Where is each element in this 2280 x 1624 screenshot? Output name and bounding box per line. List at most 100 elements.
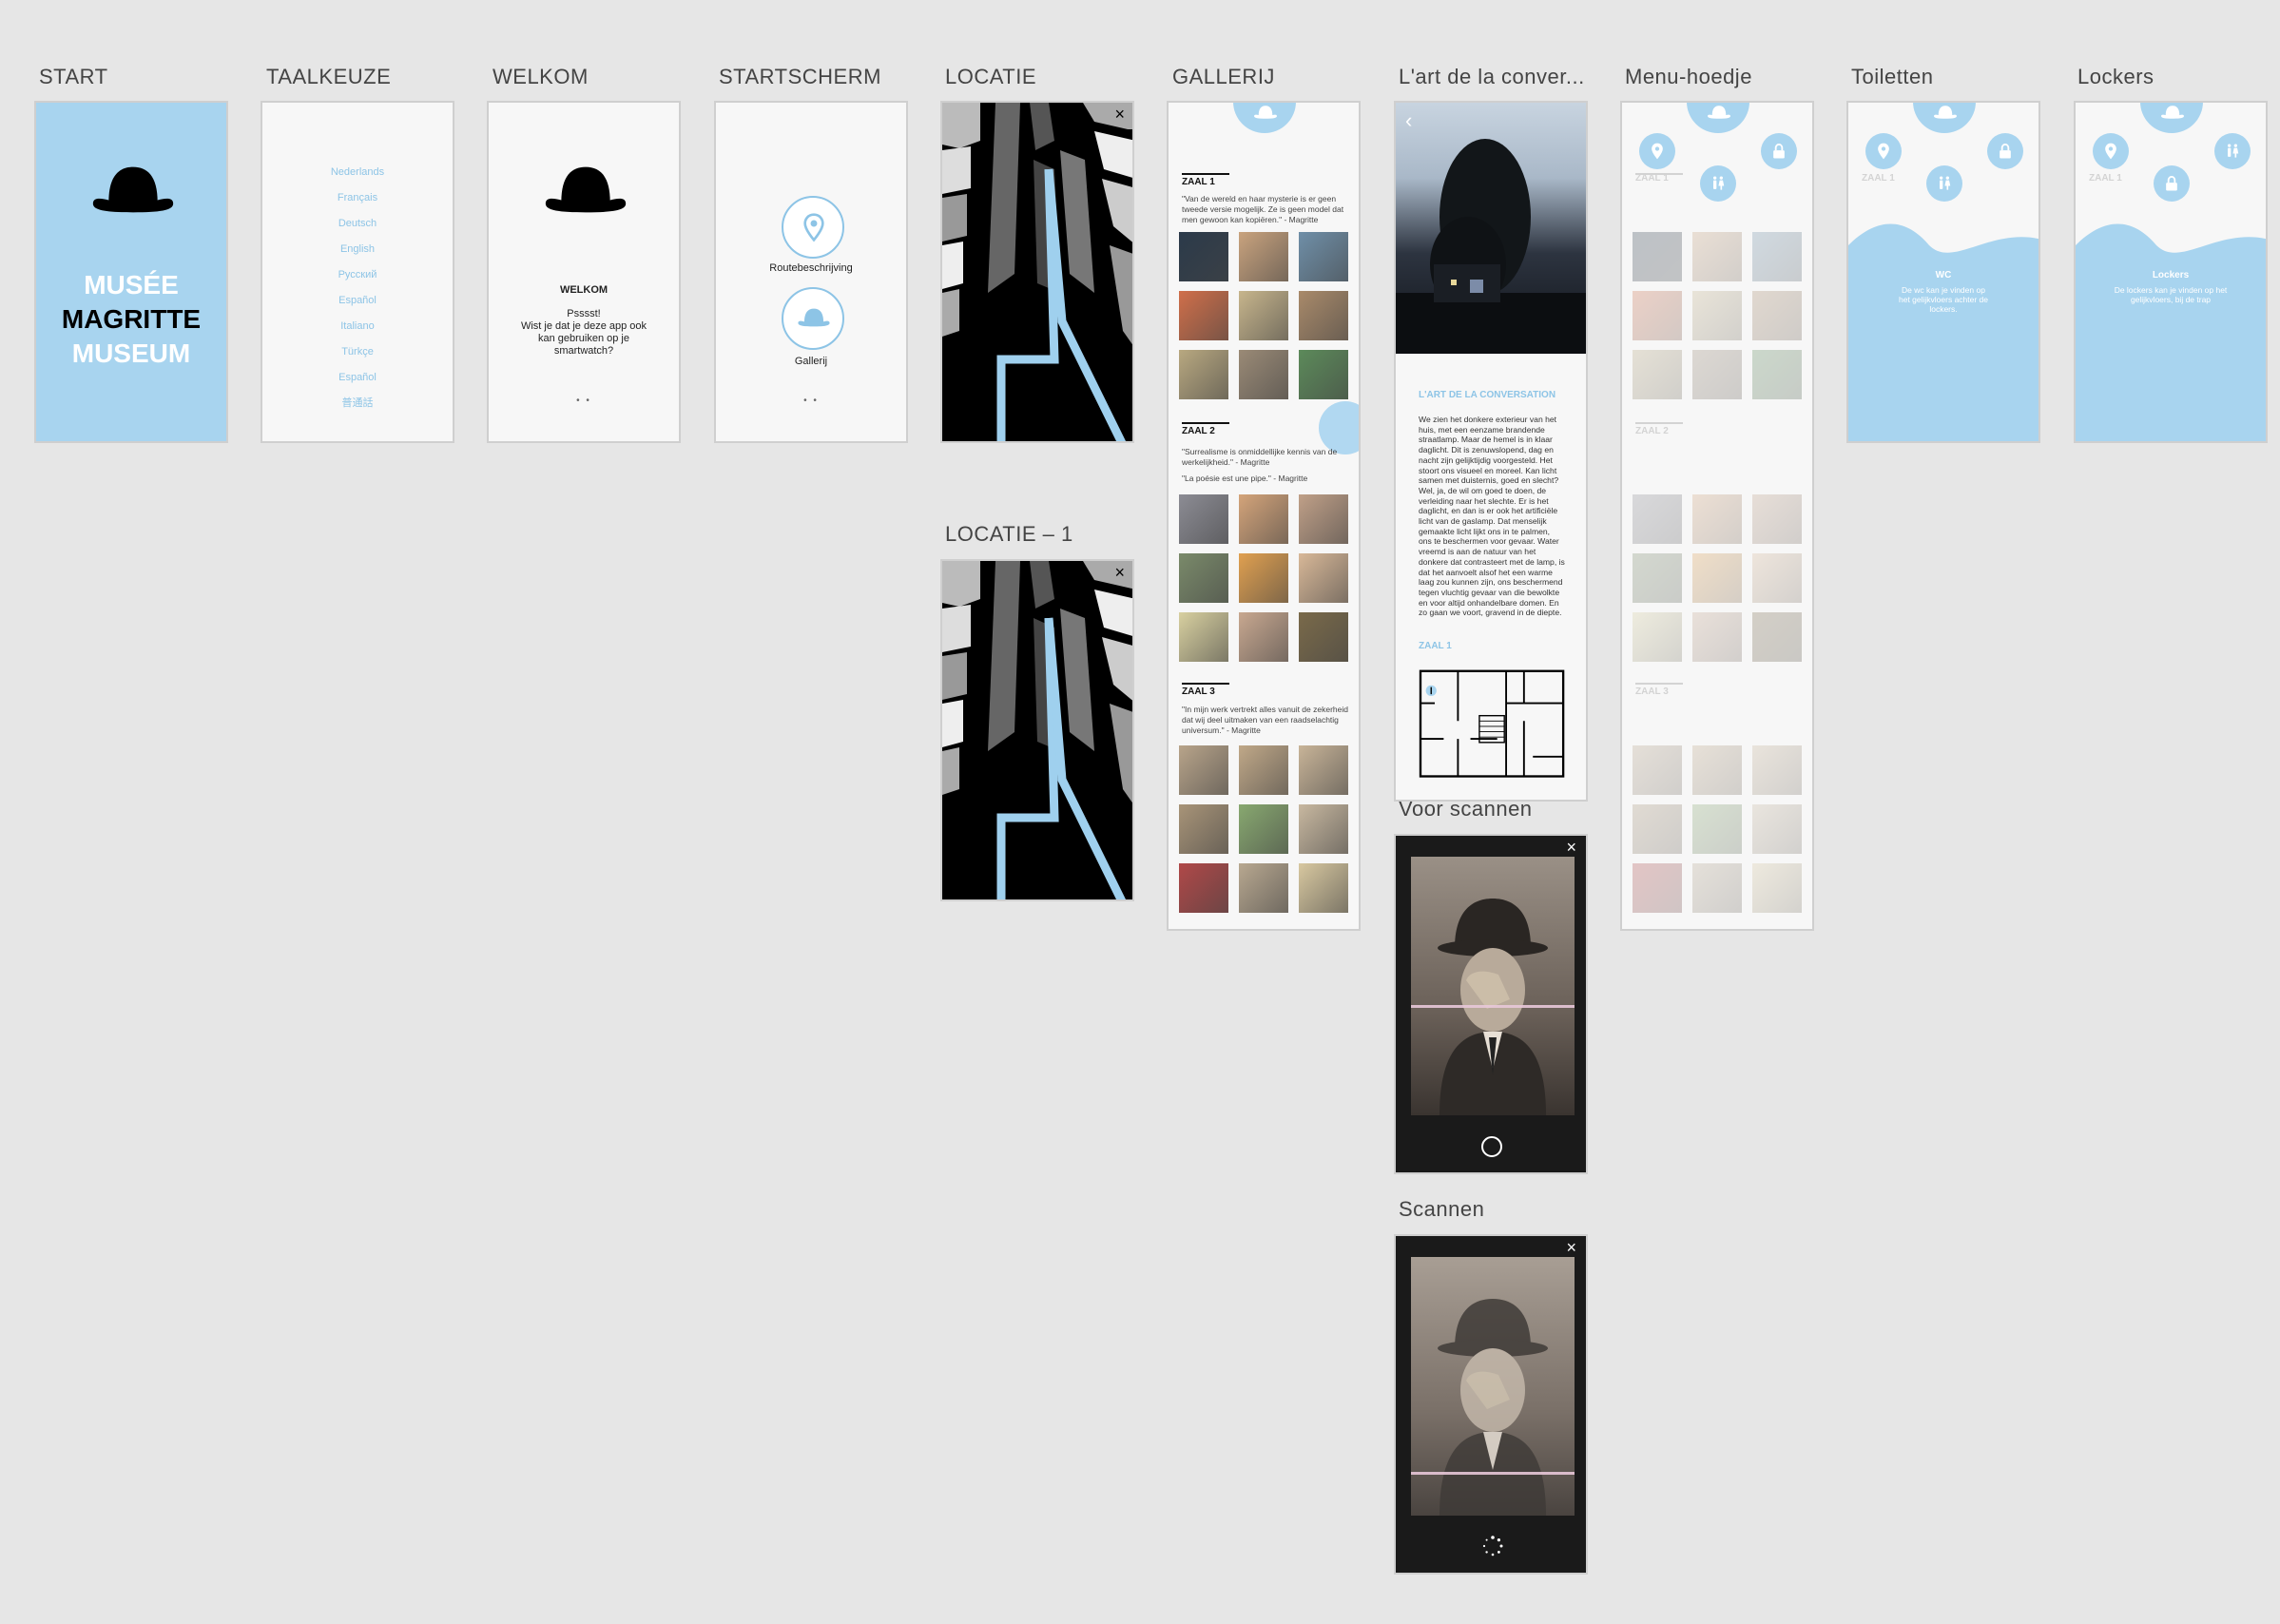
artwork-thumbnail[interactable] xyxy=(1299,350,1348,399)
artwork-thumbnail[interactable] xyxy=(1179,804,1228,854)
language-option[interactable]: Deutsch xyxy=(262,211,453,237)
artwork-thumbnail[interactable] xyxy=(1179,291,1228,340)
artwork-thumbnail[interactable] xyxy=(1633,553,1682,603)
artwork-thumbnail[interactable] xyxy=(1633,804,1682,854)
language-option[interactable]: Русский xyxy=(262,262,453,288)
artwork-thumbnail[interactable] xyxy=(1299,745,1348,795)
artwork-thumbnail[interactable] xyxy=(1239,350,1288,399)
location-pin-icon xyxy=(799,211,829,243)
artwork-thumbnail[interactable] xyxy=(1692,350,1742,399)
artwork-thumbnail[interactable] xyxy=(1692,745,1742,795)
artwork-thumbnail[interactable] xyxy=(1633,863,1682,913)
artwork-thumbnail[interactable] xyxy=(1692,612,1742,662)
artboard-label-locatie1: LOCATIE – 1 xyxy=(945,522,1073,546)
artwork-thumbnail[interactable] xyxy=(1752,612,1802,662)
artwork-thumbnail[interactable] xyxy=(1692,863,1742,913)
artwork-thumbnail[interactable] xyxy=(1179,494,1228,544)
language-option[interactable]: English xyxy=(262,237,453,262)
artwork-thumbnail[interactable] xyxy=(1299,612,1348,662)
language-option[interactable]: Español xyxy=(262,288,453,314)
language-option[interactable]: Italiano xyxy=(262,314,453,339)
location-button[interactable] xyxy=(1639,133,1675,169)
artboard-toiletten: ZAAL 1 WC De wc kan je vinden op het gel… xyxy=(1846,101,2040,443)
artwork-thumbnail[interactable] xyxy=(1179,612,1228,662)
menu-hat-button[interactable] xyxy=(1233,103,1296,133)
room-heading: ZAAL 1 xyxy=(1635,173,1669,184)
artwork-thumbnail[interactable] xyxy=(1239,553,1288,603)
artwork-thumbnail[interactable] xyxy=(1633,745,1682,795)
artwork-thumbnail[interactable] xyxy=(1692,553,1742,603)
artwork-thumbnail[interactable] xyxy=(1239,863,1288,913)
artwork-thumbnail[interactable] xyxy=(1179,745,1228,795)
close-icon[interactable]: × xyxy=(1114,105,1125,125)
artwork-thumbnail[interactable] xyxy=(1239,494,1288,544)
close-icon[interactable]: × xyxy=(1566,1238,1576,1258)
back-chevron-icon[interactable]: ‹ xyxy=(1405,108,1412,133)
artwork-thumbnail[interactable] xyxy=(1752,350,1802,399)
info-wave-panel xyxy=(1848,223,2038,441)
room-quote: "La poésie est une pipe." - Magritte xyxy=(1182,474,1308,483)
artwork-thumbnail[interactable] xyxy=(1752,745,1802,795)
shutter-icon[interactable] xyxy=(1481,1136,1502,1157)
artwork-thumbnail[interactable] xyxy=(1239,804,1288,854)
close-icon[interactable]: × xyxy=(1114,563,1125,583)
toilet-button[interactable] xyxy=(1926,165,1962,202)
artwork-thumbnail[interactable] xyxy=(1179,553,1228,603)
artwork-thumbnail[interactable] xyxy=(1692,804,1742,854)
artboard-label-toiletten: Toiletten xyxy=(1851,65,1934,88)
language-option[interactable]: Español xyxy=(262,365,453,391)
toilet-button[interactable] xyxy=(1700,165,1736,202)
language-option[interactable]: Türkçe xyxy=(262,339,453,365)
artwork-thumbnail[interactable] xyxy=(1633,350,1682,399)
locker-button[interactable] xyxy=(2154,165,2190,202)
scan-line xyxy=(1411,1472,1575,1475)
artwork-thumbnail[interactable] xyxy=(1239,232,1288,281)
artwork-thumbnail[interactable] xyxy=(1752,863,1802,913)
artwork-thumbnail[interactable] xyxy=(1299,291,1348,340)
route-button[interactable] xyxy=(782,196,844,259)
gallery-button[interactable] xyxy=(782,287,844,350)
artwork-thumbnail[interactable] xyxy=(1752,494,1802,544)
section-divider xyxy=(1635,422,1683,424)
menu-hat-button[interactable] xyxy=(1913,103,1976,133)
menu-hat-button[interactable] xyxy=(2140,103,2203,133)
section-divider xyxy=(1635,683,1683,685)
artwork-thumbnail[interactable] xyxy=(1299,232,1348,281)
location-button[interactable] xyxy=(2093,133,2129,169)
artwork-thumbnail[interactable] xyxy=(1752,232,1802,281)
artwork-thumbnail[interactable] xyxy=(1692,291,1742,340)
lock-icon xyxy=(1996,142,2015,161)
artwork-thumbnail[interactable] xyxy=(1239,291,1288,340)
bowler-hat-icon xyxy=(542,164,629,216)
artwork-thumbnail[interactable] xyxy=(1752,553,1802,603)
artwork-thumbnail[interactable] xyxy=(1299,863,1348,913)
close-icon[interactable]: × xyxy=(1566,838,1576,858)
artwork-thumbnail[interactable] xyxy=(1633,232,1682,281)
language-option[interactable]: 普通話 xyxy=(262,391,453,416)
locker-button[interactable] xyxy=(1987,133,2023,169)
artboard-start[interactable]: MUSÉE MAGRITTE MUSEUM xyxy=(34,101,228,443)
artwork-thumbnail[interactable] xyxy=(1299,804,1348,854)
location-button[interactable] xyxy=(1865,133,1902,169)
artwork-thumbnail[interactable] xyxy=(1752,804,1802,854)
language-option[interactable]: Nederlands xyxy=(262,160,453,185)
artwork-thumbnail[interactable] xyxy=(1179,863,1228,913)
artboard-label-lockers: Lockers xyxy=(2077,65,2154,88)
artwork-thumbnail[interactable] xyxy=(1299,494,1348,544)
artwork-thumbnail[interactable] xyxy=(1633,291,1682,340)
artwork-thumbnail[interactable] xyxy=(1633,494,1682,544)
artwork-thumbnail[interactable] xyxy=(1752,291,1802,340)
toilet-button[interactable] xyxy=(2214,133,2251,169)
language-option[interactable]: Français xyxy=(262,185,453,211)
artwork-thumbnail[interactable] xyxy=(1692,494,1742,544)
artwork-thumbnail[interactable] xyxy=(1179,232,1228,281)
artwork-thumbnail[interactable] xyxy=(1633,612,1682,662)
artwork-thumbnail[interactable] xyxy=(1239,612,1288,662)
welcome-line: kan gebruiken op je xyxy=(537,333,629,344)
artwork-thumbnail[interactable] xyxy=(1239,745,1288,795)
artwork-thumbnail[interactable] xyxy=(1299,553,1348,603)
artwork-thumbnail[interactable] xyxy=(1692,232,1742,281)
locker-button[interactable] xyxy=(1761,133,1797,169)
room-heading: ZAAL 1 xyxy=(1182,177,1215,187)
artwork-thumbnail[interactable] xyxy=(1179,350,1228,399)
